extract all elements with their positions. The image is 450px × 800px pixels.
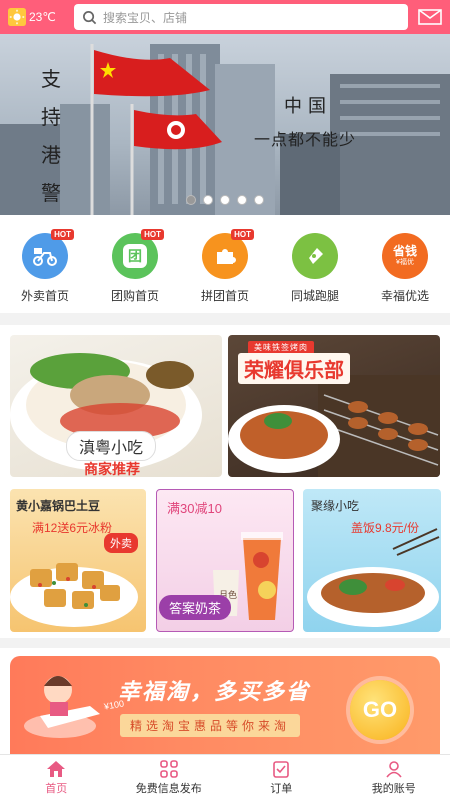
banner-slogan-left: 支持港警: [41, 67, 61, 205]
promo-card-juyuan[interactable]: 聚缘小吃 盖饭9.8元/份: [303, 489, 441, 632]
group-buy-icon: 团 HOT: [112, 229, 164, 279]
search-icon: [83, 10, 97, 24]
bottom-nav: 首页 免费信息发布 订单 我的账号: [0, 754, 450, 800]
carousel-dot[interactable]: [220, 195, 230, 205]
tab-home[interactable]: 首页: [0, 755, 113, 800]
group-buy-glyph: 团: [123, 244, 147, 268]
carousel-dot[interactable]: [237, 195, 247, 205]
tab-label: 首页: [45, 782, 68, 795]
banner-slogan-right-1: 中国: [284, 96, 332, 117]
carousel-dot[interactable]: [186, 195, 196, 205]
running-icon: [292, 233, 338, 279]
search-placeholder: 搜索宝贝、店铺: [103, 10, 188, 25]
home-icon: [47, 760, 66, 777]
xingfu-title: 幸福淘，多买多省: [118, 679, 311, 704]
quick-nav: HOT 外卖首页 团 HOT 团购首页 HOT 拼团首页 同城跑腿 省钱 ¥福优…: [0, 215, 450, 313]
quicknav-item-groupbuy[interactable]: 团 HOT 团购首页: [95, 229, 175, 304]
card-offer: 满12送6元冰粉: [32, 521, 113, 535]
quicknav-item-pintuan[interactable]: HOT 拼团首页: [185, 229, 265, 304]
shop-name-label: 答案奶茶: [159, 595, 232, 620]
tab-label: 我的账号: [371, 782, 416, 795]
xingfu-subtitle: 精选淘宝惠品等你来淘: [120, 714, 301, 737]
card-title: 黄小嘉锅巴土豆: [16, 499, 101, 513]
quicknav-item-youxuan[interactable]: 省钱 ¥福优 幸福优选: [365, 233, 445, 304]
promo-card-dianyue[interactable]: 滇粤小吃 商家推荐: [10, 335, 222, 477]
takeaway-badge: 外卖: [104, 533, 138, 553]
save-money-icon: 省钱 ¥福优: [382, 233, 428, 279]
go-button[interactable]: GO: [350, 680, 410, 740]
grid-icon: [159, 759, 178, 778]
carousel-dot[interactable]: [203, 195, 213, 205]
banner-city-illustration: [0, 44, 450, 215]
mail-button[interactable]: [408, 9, 442, 25]
carousel-dots: [0, 195, 450, 205]
promo-card-rongyao[interactable]: 美味铁签烤肉 荣耀俱乐部: [228, 335, 440, 477]
puzzle-icon: HOT: [202, 229, 254, 279]
save-money-glyph: 省钱: [392, 244, 417, 258]
card-title: 聚缘小吃: [311, 499, 360, 513]
xingfu-section: ¥100 幸福淘，多买多省 精选淘宝惠品等你来淘 GO: [0, 648, 450, 754]
quicknav-label: 幸福优选: [380, 289, 429, 303]
quicknav-label: 拼团首页: [200, 289, 249, 303]
banner-slogan-right-2: 一点都不能少: [254, 130, 357, 149]
weather-widget[interactable]: 23℃: [8, 8, 74, 26]
tab-account[interactable]: 我的账号: [338, 755, 450, 800]
quicknav-label: 外卖首页: [20, 289, 69, 303]
search-bar[interactable]: 搜索宝贝、店铺: [74, 4, 408, 30]
hot-badge: HOT: [141, 229, 164, 240]
save-money-sub: ¥福优: [396, 259, 414, 266]
quicknav-label: 同城跑腿: [290, 289, 339, 303]
scooter-icon: HOT: [22, 229, 74, 279]
temperature-text: 23℃: [29, 10, 56, 24]
merchant-recommend-text: 商家推荐: [84, 461, 140, 477]
quicknav-item-takeaway[interactable]: HOT 外卖首页: [5, 229, 85, 304]
tab-orders[interactable]: 订单: [225, 755, 338, 800]
order-icon: [273, 760, 290, 778]
card-pill: 滇粤小吃: [66, 431, 157, 461]
card-title: 荣耀俱乐部: [238, 353, 350, 384]
quicknav-item-errand[interactable]: 同城跑腿: [275, 233, 355, 304]
xingfu-banner[interactable]: ¥100 幸福淘，多买多省 精选淘宝惠品等你来淘 GO: [10, 656, 440, 754]
hot-badge: HOT: [231, 229, 254, 240]
go-label: GO: [362, 697, 398, 722]
sun-icon: [8, 8, 26, 26]
user-icon: [386, 760, 402, 778]
promo-card-guoba[interactable]: 黄小嘉锅巴土豆 满12送6元冰粉 外卖: [10, 489, 146, 632]
promo-card-milktea[interactable]: 月色 满30减10 答案奶茶: [156, 489, 294, 632]
promo-grid: 滇粤小吃 商家推荐 美味铁签烤肉 荣耀俱乐部 黄小嘉锅巴土豆 满12送6元冰粉 …: [0, 325, 450, 638]
tab-label: 免费信息发布: [135, 782, 202, 795]
quicknav-label: 团购首页: [110, 289, 159, 303]
tab-label: 订单: [270, 782, 293, 795]
mail-icon: [418, 9, 442, 25]
carousel-dot[interactable]: [254, 195, 264, 205]
hot-badge: HOT: [51, 229, 74, 240]
hero-banner[interactable]: 支持港警 中国 一点都不能少: [0, 34, 450, 215]
card-offer: 盖饭9.8元/份: [351, 521, 420, 535]
app-root: 23℃ 搜索宝贝、店铺 支持港警 中国 一点都不能少 HOT 外卖首页 团 HO…: [0, 0, 450, 800]
top-header: 23℃ 搜索宝贝、店铺: [0, 0, 450, 34]
tab-free-post[interactable]: 免费信息发布: [113, 755, 226, 800]
card-title: 满30减10: [167, 501, 222, 516]
